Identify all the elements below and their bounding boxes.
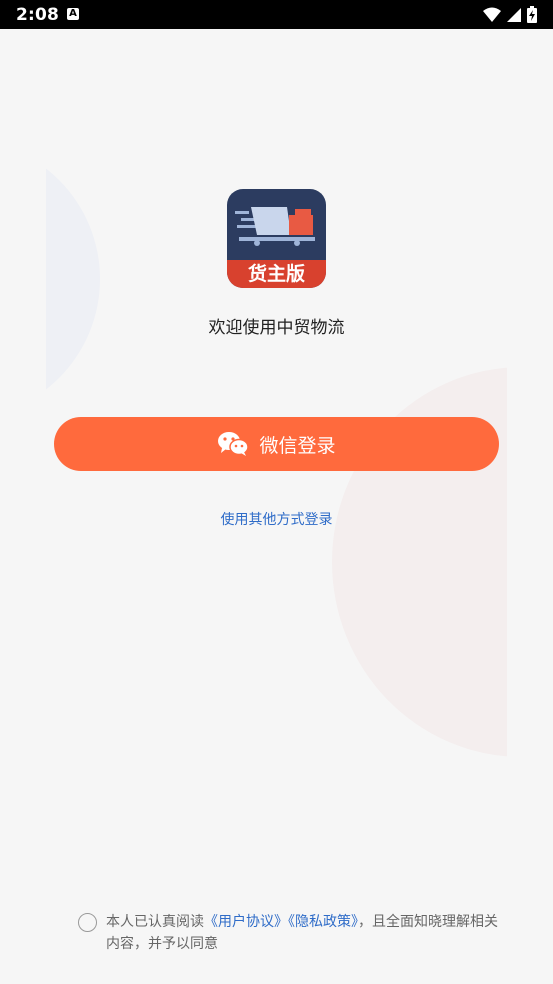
status-bar: 2:08 A (0, 0, 553, 29)
wechat-login-button[interactable]: 微信登录 (54, 417, 499, 471)
wechat-login-label: 微信登录 (259, 434, 336, 457)
other-login-link[interactable]: 使用其他方式登录 (0, 509, 553, 529)
agreement-text: 本人已认真阅读《用户协议》《隐私政策》，且全面知晓理解相关内容，并予以同意 (106, 911, 498, 955)
user-agreement-link[interactable]: 《用户协议》 (204, 914, 288, 930)
welcome-text: 欢迎使用中贸物流 (208, 318, 345, 338)
login-page: 货主版 欢迎使用中贸物流 微信登录 使用其他方式登录 本人已认真阅读《用户协议》… (0, 29, 553, 984)
wifi-icon (483, 7, 501, 22)
signal-icon (507, 7, 521, 22)
truck-icon (235, 207, 315, 246)
status-time: 2:08 (16, 5, 60, 25)
app-logo: 货主版 (227, 189, 326, 288)
privacy-policy-link[interactable]: 《隐私政策》 (288, 914, 358, 930)
notification-icon: A (67, 8, 79, 20)
logo-badge: 货主版 (227, 260, 326, 288)
status-icons (483, 6, 537, 23)
battery-icon (527, 6, 537, 23)
agreement-checkbox[interactable] (78, 913, 97, 932)
wechat-icon (218, 432, 250, 456)
agreement-prefix: 本人已认真阅读 (106, 914, 204, 930)
